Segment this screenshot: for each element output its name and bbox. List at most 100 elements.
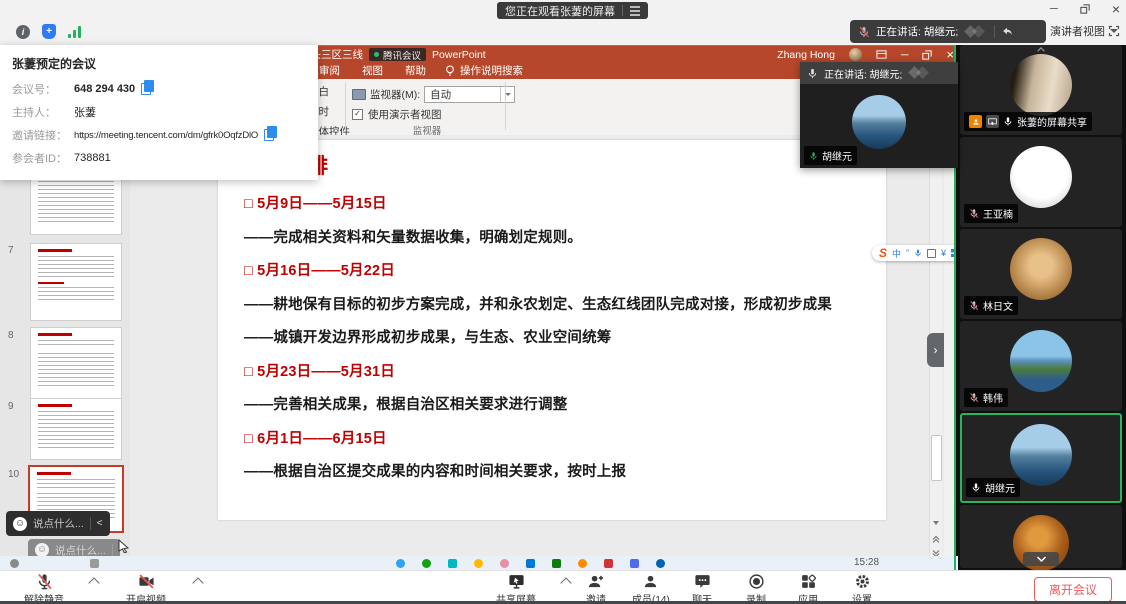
voice-input-icon[interactable]	[914, 248, 922, 258]
sogou-logo-icon[interactable]: S	[879, 246, 887, 260]
copy-icon[interactable]	[264, 129, 274, 141]
participant-label: 林日文	[964, 296, 1018, 315]
presenter-view-option[interactable]: ✓ 使用演示者视图	[352, 107, 442, 122]
dropdown-button[interactable]	[500, 87, 514, 102]
video-tile[interactable]: 韩伟	[960, 321, 1122, 411]
scrollbar-thumb[interactable]	[931, 435, 942, 481]
meeting-status-icons: i +	[16, 24, 81, 39]
taskbar-app-icon[interactable]	[396, 559, 405, 568]
invite-button[interactable]: 邀请	[586, 573, 606, 604]
video-tile-speaking[interactable]: 胡继元	[960, 413, 1122, 503]
fullscreen-icon[interactable]	[1108, 25, 1120, 37]
speaker-popup-header[interactable]: 正在讲话: 胡继元;	[800, 62, 958, 84]
leave-meeting-button[interactable]: 离开会议	[1034, 577, 1112, 602]
taskbar-app-icon[interactable]	[604, 559, 613, 568]
video-tile-partial[interactable]	[960, 505, 1122, 568]
ppt-minimize-icon[interactable]: ─	[901, 49, 908, 61]
divider	[90, 517, 91, 530]
taskbar-app-icon[interactable]	[10, 559, 19, 568]
input-board-icon[interactable]	[927, 249, 936, 258]
slide[interactable]: 时间安排 □ 5月9日——5月15日 ——完成相关资料和矢量数据收集，明确划定规…	[218, 140, 886, 520]
close-icon[interactable]: ×	[1112, 1, 1120, 17]
banner-menu-icon[interactable]	[630, 10, 640, 12]
meeting-title: 张萋预定的会议	[12, 55, 306, 72]
unmute-button[interactable]: 解除静音	[24, 573, 64, 604]
scroll-tiles-down-button[interactable]	[1023, 552, 1059, 566]
network-signal-icon[interactable]	[68, 26, 81, 38]
screen-share-badge-icon	[986, 115, 999, 128]
slide-thumb-9[interactable]	[30, 398, 122, 460]
ime-toolbar[interactable]: S 中 ” ¥	[872, 245, 966, 261]
thumb-number: 8	[8, 330, 14, 341]
chinese-mode-icon[interactable]: 中	[892, 247, 901, 260]
mic-options-chevron[interactable]	[88, 577, 99, 588]
person-icon	[642, 573, 659, 590]
viewer-banner: 您正在观看张萋的屏幕	[497, 2, 648, 19]
speaker-popup-video[interactable]: 胡继元	[800, 84, 958, 168]
video-options-chevron[interactable]	[192, 577, 203, 588]
tab-view[interactable]: 视图	[351, 63, 394, 78]
minimize-icon[interactable]: ─	[1050, 3, 1058, 15]
slide-thumb-8[interactable]	[30, 327, 122, 403]
meeting-id-row: 会议号： 648 294 430	[12, 81, 306, 97]
checkbox-checked-icon[interactable]: ✓	[352, 109, 363, 120]
taskbar-app-icon[interactable]	[656, 559, 665, 568]
mic-muted-icon	[858, 26, 870, 38]
chat-button[interactable]: 聊天	[692, 573, 712, 604]
quick-chat-pill[interactable]: ☺ 说点什么... <	[6, 511, 110, 536]
restore-icon[interactable]	[1080, 4, 1090, 14]
ppt-restore-icon[interactable]	[922, 50, 932, 60]
account-avatar[interactable]	[849, 48, 862, 61]
taskbar-app-icon[interactable]	[90, 559, 99, 568]
taskbar-app-icon[interactable]	[474, 559, 483, 568]
emoji-icon[interactable]: ☺	[13, 517, 27, 531]
previous-slide-icon[interactable]	[930, 533, 942, 545]
monitor-dropdown[interactable]: 自动	[424, 86, 515, 103]
taskbar-app-icon[interactable]	[500, 559, 509, 568]
viewer-banner-text: 您正在观看张萋的屏幕	[505, 3, 615, 19]
video-tile-screen-share[interactable]: 张萋的屏幕共享	[960, 45, 1122, 135]
tell-me-search[interactable]: 操作说明搜索	[445, 63, 523, 78]
settings-button[interactable]: 设置	[852, 573, 872, 604]
security-shield-icon[interactable]: +	[42, 24, 56, 39]
share-screen-button[interactable]: 共享屏幕	[496, 573, 536, 604]
copy-icon[interactable]	[141, 83, 151, 95]
sidebar-expand-tab[interactable]: ›	[927, 333, 944, 367]
punctuation-icon[interactable]: ”	[906, 248, 909, 258]
lightbulb-icon	[445, 65, 455, 77]
video-tile[interactable]: 林日文	[960, 229, 1122, 319]
monitor-label: 监视器(M):	[370, 87, 420, 102]
skin-icon[interactable]: ¥	[941, 248, 946, 258]
thumb-number: 10	[8, 469, 19, 480]
share-options-chevron[interactable]	[560, 577, 571, 588]
chevron-down-icon	[1036, 556, 1047, 562]
invite-link-value[interactable]: https://meeting.tencent.com/dm/gfrk0Oqfz…	[74, 130, 258, 141]
slide-line: □ 5月23日——5月31日	[244, 362, 864, 383]
taskbar-app-icon[interactable]	[448, 559, 457, 568]
members-button[interactable]: 成员(14)	[632, 573, 670, 604]
record-button[interactable]: 录制	[746, 573, 766, 604]
participant-label: 胡继元	[966, 478, 1020, 497]
taskbar-app-icon[interactable]	[578, 559, 587, 568]
ppt-close-icon[interactable]: ×	[946, 47, 954, 62]
chat-input-placeholder[interactable]: 说点什么...	[33, 516, 84, 531]
collapse-chat-icon[interactable]: <	[97, 518, 103, 529]
slide-thumb-7[interactable]	[30, 243, 122, 321]
reply-arrow-icon[interactable]	[1001, 25, 1014, 38]
participant-avatar	[1010, 330, 1072, 392]
apps-button[interactable]: 应用	[798, 573, 818, 604]
taskbar-app-icon[interactable]	[422, 559, 431, 568]
video-tile[interactable]: 王亚楠	[960, 137, 1122, 227]
start-video-button[interactable]: 开启视频	[126, 573, 166, 604]
tab-help[interactable]: 帮助	[394, 63, 437, 78]
meeting-info-icon[interactable]: i	[16, 25, 30, 39]
participant-name: 张萋的屏幕共享	[1017, 114, 1087, 129]
taskbar-app-icon[interactable]	[630, 559, 639, 568]
taskbar-app-icon[interactable]	[552, 559, 561, 568]
collapse-tiles-icon[interactable]	[1036, 47, 1046, 52]
slide-canvas[interactable]: 时间安排 □ 5月9日——5月15日 ——完成相关资料和矢量数据收集，明确划定规…	[130, 135, 944, 565]
scroll-down-icon[interactable]	[930, 517, 942, 529]
ribbon-display-icon[interactable]	[876, 49, 887, 60]
taskbar-app-icon[interactable]	[526, 559, 535, 568]
chat-icon	[694, 573, 711, 590]
